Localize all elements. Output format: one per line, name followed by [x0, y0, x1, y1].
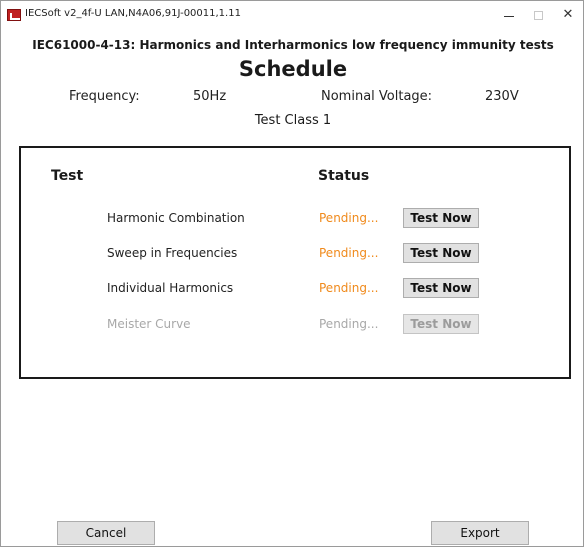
test-name: Individual Harmonics: [107, 281, 234, 295]
standard-subtitle: IEC61000-4-13: Harmonics and Interharmon…: [32, 38, 554, 52]
test-class-label: Test Class 1: [254, 113, 332, 128]
app-logo-icon: [7, 9, 21, 21]
frequency-value: 50Hz: [193, 89, 227, 104]
test-status: Pending...: [319, 246, 379, 260]
test-schedule-panel: Test Status Harmonic Combination Pending…: [19, 146, 571, 379]
export-button[interactable]: Export: [431, 521, 529, 545]
test-name: Sweep in Frequencies: [107, 246, 238, 260]
page-title: Schedule: [238, 57, 348, 81]
test-status: Pending...: [319, 281, 379, 295]
frequency-label: Frequency:: [69, 89, 140, 104]
nominal-voltage-value: 230V: [485, 89, 519, 104]
cancel-button[interactable]: Cancel: [57, 521, 155, 545]
maximize-button[interactable]: [528, 6, 548, 24]
test-now-button[interactable]: Test Now: [403, 278, 479, 298]
test-column-header: Test: [51, 168, 84, 184]
test-row-meister-curve: Meister Curve Pending... Test Now: [21, 314, 569, 336]
test-name: Meister Curve: [107, 317, 191, 331]
test-row-harmonic-combination: Harmonic Combination Pending... Test Now: [21, 208, 569, 230]
test-row-sweep-in-frequencies: Sweep in Frequencies Pending... Test Now: [21, 243, 569, 265]
minimize-button[interactable]: [499, 6, 519, 24]
maximize-icon: [533, 11, 543, 20]
test-status: Pending...: [319, 317, 379, 331]
test-name: Harmonic Combination: [107, 211, 245, 225]
window-title: IECSoft v2_4f-U LAN,N4A06,91J-00011,1.11: [25, 8, 241, 19]
title-bar[interactable]: IECSoft v2_4f-U LAN,N4A06,91J-00011,1.11…: [1, 1, 583, 31]
test-now-button[interactable]: Test Now: [403, 243, 479, 263]
close-button[interactable]: ✕: [558, 6, 578, 24]
close-icon: ✕: [562, 7, 574, 22]
test-status: Pending...: [319, 211, 379, 225]
main-window: IECSoft v2_4f-U LAN,N4A06,91J-00011,1.11…: [0, 0, 584, 547]
test-now-button[interactable]: Test Now: [403, 208, 479, 228]
test-now-button-disabled: Test Now: [403, 314, 479, 334]
minimize-icon: [504, 16, 514, 17]
status-column-header: Status: [318, 168, 370, 184]
test-row-individual-harmonics: Individual Harmonics Pending... Test Now: [21, 278, 569, 300]
nominal-voltage-label: Nominal Voltage:: [321, 89, 433, 104]
